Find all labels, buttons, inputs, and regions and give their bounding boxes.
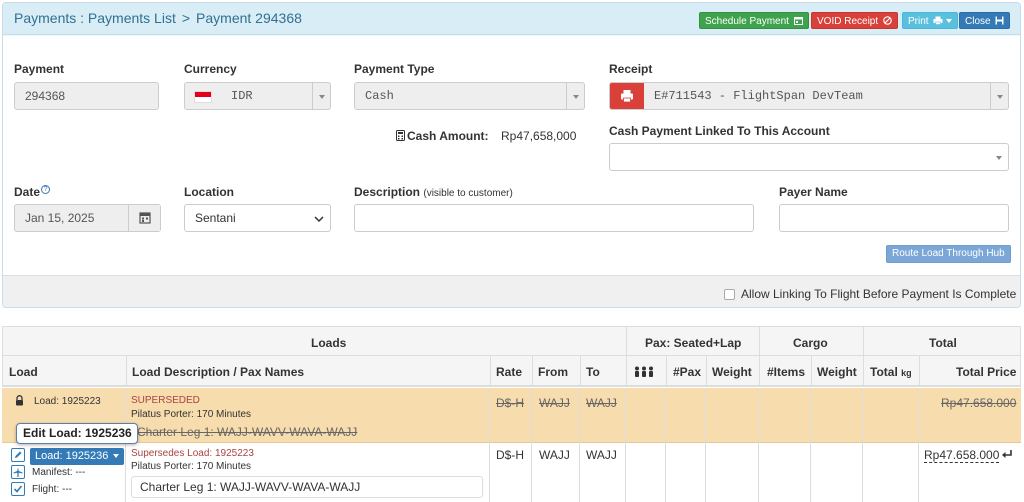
load-aircraft: Pilatus Porter: 170 Minutes xyxy=(131,409,252,420)
linked-account-select[interactable] xyxy=(609,143,1009,171)
load-leg: Charter Leg 1: WAJJ-WAVV-WAVA-WAJJ xyxy=(137,425,358,439)
lock-icon xyxy=(16,395,23,406)
load-rate: D$-H xyxy=(496,396,525,410)
table-row: Load: 1925236 Manifest: --- Flight: --- … xyxy=(2,443,1021,502)
col-pax-weight[interactable]: Weight xyxy=(712,365,752,379)
receipt-label: Receipt xyxy=(609,62,653,76)
load-from: WAJJ xyxy=(539,396,570,410)
save-icon xyxy=(995,16,1004,25)
load-to: WAJJ xyxy=(586,448,617,462)
void-receipt-button[interactable]: VOID Receipt xyxy=(811,12,898,29)
load-leg-input[interactable]: Charter Leg 1: WAJJ-WAVV-WAVA-WAJJ xyxy=(131,476,483,498)
printer-icon xyxy=(933,16,943,25)
panel-header: Payments : Payments List > Payment 294368 … xyxy=(3,3,1020,35)
col-rate[interactable]: Rate xyxy=(496,365,522,379)
panel-body: Payment 294368 Currency IDR Payment Type… xyxy=(3,36,1020,275)
load-status: Supersedes Load: 1925223 xyxy=(131,448,254,459)
currency-label: Currency xyxy=(184,62,237,76)
load-status: SUPERSEDED xyxy=(131,395,200,406)
edit-load-tooltip: Edit Load: 1925236 xyxy=(16,423,138,444)
help-icon[interactable]: ? xyxy=(41,185,51,194)
col-total-price[interactable]: Total Price xyxy=(956,365,1016,379)
receipt-select[interactable]: E#711543 - FlightSpan DevTeam xyxy=(609,82,1009,110)
currency-select[interactable]: IDR xyxy=(184,82,331,110)
col-cargo-weight[interactable]: Weight xyxy=(817,365,857,379)
date-field[interactable]: Jan 15, 2025 xyxy=(14,204,161,232)
col-description[interactable]: Load Description / Pax Names xyxy=(132,365,304,379)
payment-type-select[interactable]: Cash xyxy=(354,82,585,110)
cargo-group-header: Cargo xyxy=(793,336,828,350)
total-group-header: Total xyxy=(929,336,957,350)
date-label: Date? xyxy=(14,185,51,199)
pax-group-header: Pax: Seated+Lap xyxy=(645,336,742,350)
payment-panel: Payments : Payments List > Payment 294368 … xyxy=(2,2,1021,308)
manifest-status: Manifest: --- xyxy=(32,467,86,478)
col-items[interactable]: #Items xyxy=(767,365,805,379)
col-total-kg[interactable]: Total kg xyxy=(870,365,912,379)
allow-linking-label: Allow Linking To Flight Before Payment I… xyxy=(741,287,1017,301)
panel-footer: Allow Linking To Flight Before Payment I… xyxy=(3,275,1020,307)
load-rate: D$-H xyxy=(496,448,525,462)
load-from: WAJJ xyxy=(539,448,570,462)
linked-account-label: Cash Payment Linked To This Account xyxy=(609,124,830,138)
col-load[interactable]: Load xyxy=(9,365,38,379)
chevron-down-icon xyxy=(990,144,1008,170)
return-arrow-icon[interactable] xyxy=(1001,449,1013,460)
load-id: Load: 1925223 xyxy=(34,396,101,407)
chevron-down-icon xyxy=(314,216,324,223)
flight-check-icon[interactable] xyxy=(11,482,25,496)
load-total-price[interactable]: Rp47.658.000 xyxy=(924,448,1000,463)
edit-icon[interactable] xyxy=(11,448,25,462)
flight-status: Flight: --- xyxy=(32,484,72,495)
chevron-down-icon xyxy=(113,454,120,458)
close-button[interactable]: Close xyxy=(959,12,1011,29)
col-pax[interactable]: #Pax xyxy=(673,365,701,379)
allow-linking-checkbox[interactable] xyxy=(724,289,735,300)
chevron-down-icon xyxy=(312,83,330,109)
breadcrumb-payments-list[interactable]: Payments : Payments List xyxy=(14,10,176,26)
payment-label: Payment xyxy=(14,62,65,76)
breadcrumb-current: Payment 294368 xyxy=(196,10,302,26)
breadcrumb: Payments : Payments List > Payment 294368 xyxy=(14,10,302,26)
breadcrumb-separator: > xyxy=(181,10,191,26)
loads-group-header: Loads xyxy=(311,336,347,350)
load-dropdown-button[interactable]: Load: 1925236 xyxy=(30,448,125,465)
ban-icon xyxy=(883,16,892,25)
table-header-row: Load Load Description / Pax Names Rate F… xyxy=(2,356,1021,387)
payment-id-field: 294368 xyxy=(14,82,159,110)
calendar-icon[interactable] xyxy=(128,205,160,231)
route-load-through-hub-button[interactable]: Route Load Through Hub xyxy=(886,245,1011,263)
load-total-price: Rp47.658.000 xyxy=(941,396,1017,410)
location-label: Location xyxy=(184,185,234,199)
col-to[interactable]: To xyxy=(586,365,600,379)
payer-name-input[interactable] xyxy=(779,204,1009,232)
load-to: WAJJ xyxy=(586,396,617,410)
calculator-icon xyxy=(396,130,405,141)
cash-amount-value: Rp47,658,000 xyxy=(501,129,577,143)
col-from[interactable]: From xyxy=(538,365,568,379)
location-select[interactable]: Sentani xyxy=(184,204,331,232)
print-button[interactable]: Print xyxy=(902,12,959,29)
description-input[interactable] xyxy=(354,204,754,232)
payment-type-label: Payment Type xyxy=(354,62,435,76)
description-label: Description (visible to customer) xyxy=(354,185,513,199)
calendar-icon xyxy=(793,17,803,25)
chevron-down-icon xyxy=(566,83,584,109)
printer-icon[interactable] xyxy=(610,83,644,109)
people-icon xyxy=(635,366,653,377)
chevron-down-icon xyxy=(946,19,953,23)
cash-amount-label: Cash Amount: xyxy=(396,129,489,143)
chevron-down-icon xyxy=(990,83,1008,109)
table-row: Load: 1925223 SUPERSEDED Pilatus Porter:… xyxy=(2,388,1021,443)
manifest-plane-icon[interactable] xyxy=(11,465,25,479)
indonesia-flag-icon xyxy=(194,91,212,103)
payer-name-label: Payer Name xyxy=(779,185,848,199)
schedule-payment-button[interactable]: Schedule Payment xyxy=(699,12,809,29)
table-group-header-row: Loads Pax: Seated+Lap Cargo Total xyxy=(2,326,1021,357)
load-aircraft: Pilatus Porter: 170 Minutes xyxy=(131,461,252,472)
